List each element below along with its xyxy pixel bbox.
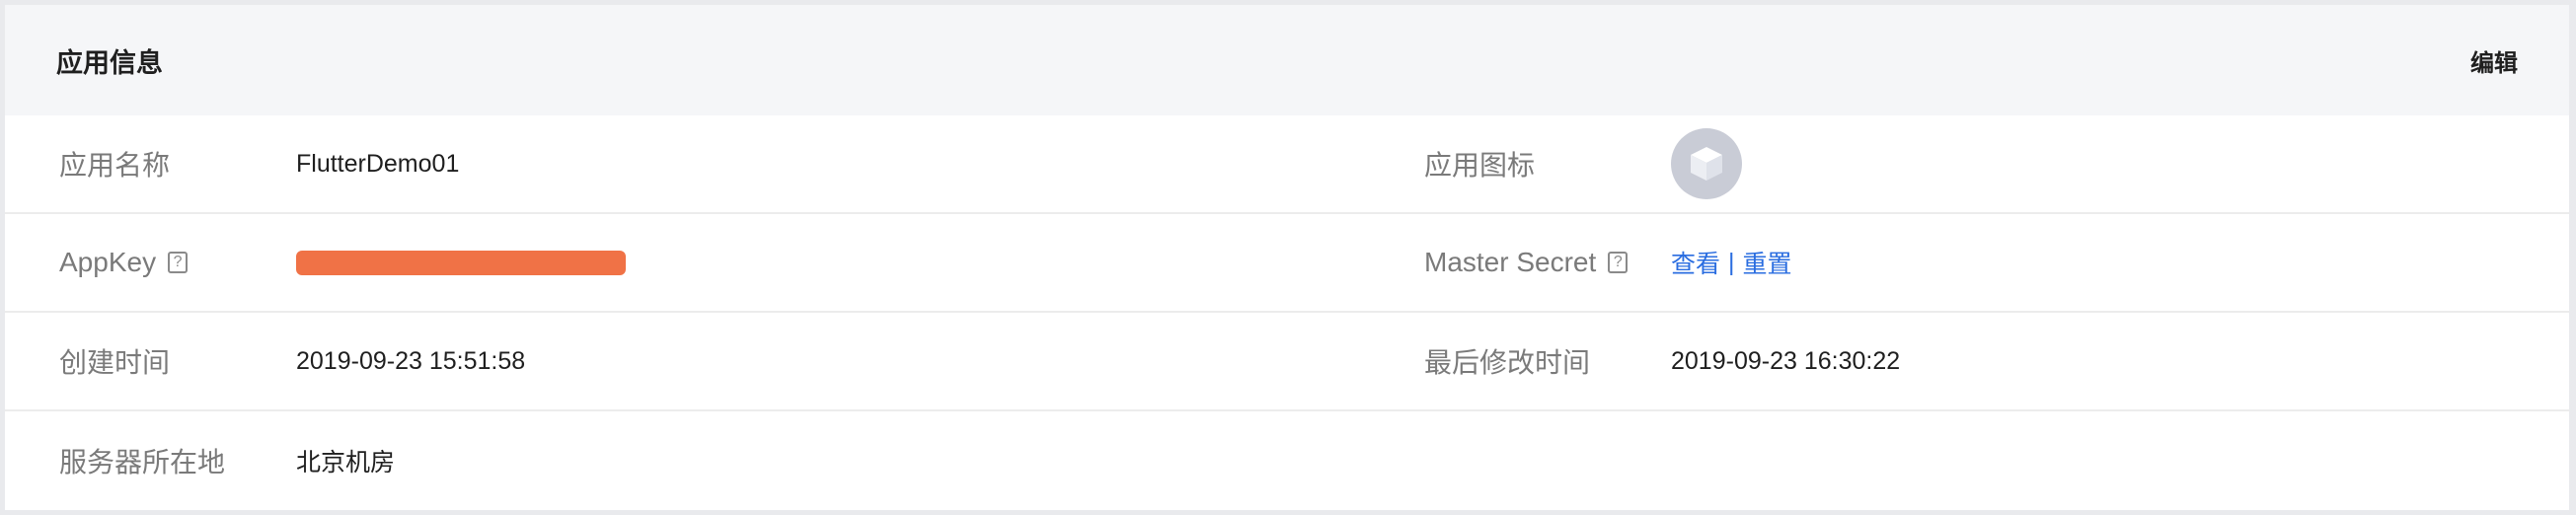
help-icon[interactable]: ? (1608, 252, 1629, 273)
panel-header: 应用信息 编辑 (5, 5, 2569, 115)
info-row-keys: AppKey ? Master Secret ? 查看 | 重置 (5, 214, 2569, 313)
info-row-location: 服务器所在地 北京机房 (5, 411, 2569, 510)
panel-title: 应用信息 (56, 47, 163, 78)
info-row-name-icon: 应用名称 FlutterDemo01 应用图标 (5, 115, 2569, 214)
link-separator: | (1728, 248, 1735, 276)
master-secret-label-group: Master Secret ? (1424, 214, 1629, 311)
appkey-label-group: AppKey ? (59, 214, 189, 311)
appkey-label: AppKey (59, 247, 157, 277)
master-secret-label: Master Secret (1424, 247, 1597, 277)
reset-secret-link[interactable]: 重置 (1743, 245, 1792, 280)
app-icon (1671, 128, 1742, 199)
modified-time-value: 2019-09-23 16:30:22 (1671, 346, 1901, 375)
appkey-value (296, 214, 626, 311)
app-info-panel: 应用信息 编辑 应用名称 FlutterDemo01 应用图标 AppKey ?… (5, 5, 2569, 510)
created-time-value: 2019-09-23 15:51:58 (296, 346, 526, 375)
cube-icon (1691, 147, 1722, 181)
info-row-times: 创建时间 2019-09-23 15:51:58 最后修改时间 2019-09-… (5, 313, 2569, 411)
appkey-masked-value (296, 250, 626, 275)
server-location-value: 北京机房 (296, 449, 396, 477)
app-name-value: FlutterDemo01 (296, 149, 460, 178)
created-time-label: 创建时间 (59, 347, 171, 378)
server-location-label: 服务器所在地 (59, 447, 226, 478)
app-icon-container (1671, 115, 1742, 212)
app-icon-label: 应用图标 (1424, 150, 1536, 181)
modified-time-label: 最后修改时间 (1424, 347, 1591, 378)
view-secret-link[interactable]: 查看 (1671, 245, 1720, 280)
edit-button[interactable]: 编辑 (2470, 43, 2518, 78)
master-secret-actions: 查看 | 重置 (1671, 214, 1792, 311)
help-icon[interactable]: ? (168, 252, 189, 273)
app-name-label: 应用名称 (59, 150, 171, 181)
